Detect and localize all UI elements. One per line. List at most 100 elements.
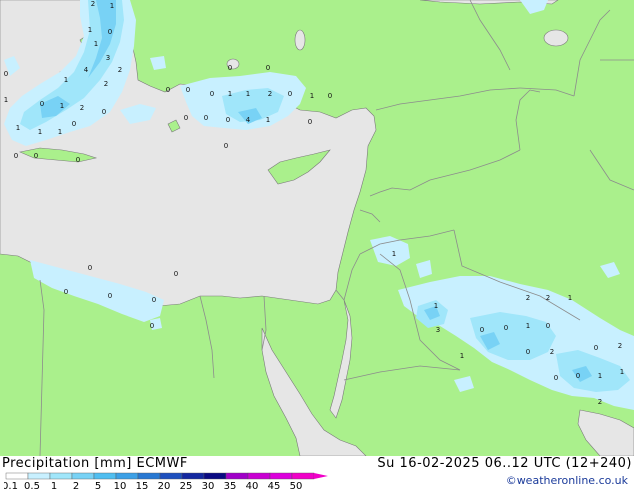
- scale-tick-label: 40: [246, 481, 259, 490]
- precip-value: 0: [546, 322, 550, 330]
- lake: [543, 29, 569, 47]
- precip-value: 0: [526, 348, 530, 356]
- precip-value: 1: [16, 124, 20, 132]
- precip-value: 1: [620, 368, 624, 376]
- legend-footer: Precipitation [mm] ECMWF Su 16-02-2025 0…: [0, 456, 634, 490]
- scale-swatch: [71, 472, 95, 480]
- precipitation-map: 2110132420101201110000000011201000041001…: [0, 0, 634, 456]
- scale-swatch: [181, 472, 205, 480]
- scale-swatch: [5, 472, 29, 480]
- scale-swatch: [159, 472, 183, 480]
- precip-value: 0: [504, 324, 508, 332]
- precip-value: 0: [480, 326, 484, 334]
- precip-value: 0: [72, 120, 76, 128]
- precip-value: 0: [152, 296, 156, 304]
- scale-tick-label: 10: [114, 481, 127, 490]
- precip-value: 0: [40, 100, 44, 108]
- model-name: ECMWF: [136, 456, 188, 471]
- precip-value: 4: [84, 66, 89, 74]
- precip-value: 0: [76, 156, 80, 164]
- scale-swatch: [115, 472, 139, 480]
- scale-tick-label: 0.1: [4, 481, 18, 490]
- precip-value: 0: [266, 64, 270, 72]
- precip-value: 1: [58, 128, 62, 136]
- precip-value: 0: [64, 288, 68, 296]
- precip-value: 1: [228, 90, 232, 98]
- precip-value: 0: [210, 90, 214, 98]
- precip-value: 0: [150, 322, 154, 330]
- precip-value: 1: [246, 90, 250, 98]
- precip-value: 1: [310, 92, 314, 100]
- precip-value: 2: [118, 66, 122, 74]
- legend-title-text: Precipitation [mm]: [2, 456, 132, 471]
- precip-value: 0: [14, 152, 18, 160]
- precip-value: 0: [228, 64, 232, 72]
- precip-value: 2: [618, 342, 622, 350]
- scale-tick-label: 35: [224, 481, 237, 490]
- precip-value: 1: [94, 40, 98, 48]
- precip-value: 3: [106, 54, 110, 62]
- legend-title: Precipitation [mm] ECMWF: [2, 456, 188, 471]
- scale-swatch: [203, 472, 227, 480]
- scale-swatch: [291, 472, 315, 480]
- precip-value: 0: [224, 142, 228, 150]
- precip-value: 1: [568, 294, 572, 302]
- precip-value: 2: [550, 348, 554, 356]
- scale-swatch: [269, 472, 293, 480]
- precip-value: 0: [102, 108, 106, 116]
- precip-value: 1: [88, 26, 92, 34]
- precip-value: 0: [554, 374, 558, 382]
- scale-tick-label: 25: [180, 481, 193, 490]
- precip-value: 2: [546, 294, 550, 302]
- precip-value: 1: [4, 96, 8, 104]
- precip-value: 0: [186, 86, 190, 94]
- precip-value: 0: [166, 86, 170, 94]
- precip-value: 2: [80, 104, 84, 112]
- scale-tick-label: 15: [136, 481, 149, 490]
- scale-tick-label: 0.5: [24, 481, 40, 490]
- scale-tick-label: 45: [268, 481, 281, 490]
- precip-value: 1: [38, 128, 42, 136]
- scale-arrow: [314, 473, 328, 479]
- scale-tick-label: 5: [95, 481, 101, 490]
- scale-tick-label: 2: [73, 481, 79, 490]
- precipitation-color-scale: 0.1 0.5 1 2 5 10 15 20 25 30 35 40 45 50: [4, 472, 328, 490]
- precip-value: 0: [204, 114, 208, 122]
- precip-value: 2: [526, 294, 530, 302]
- precip-value: 3: [436, 326, 440, 334]
- precip-value: 1: [598, 372, 602, 380]
- precip-value: 0: [4, 70, 8, 78]
- precip-value: 4: [246, 116, 251, 124]
- precip-value: 1: [110, 2, 114, 10]
- scale-tick-label: 1: [51, 481, 57, 490]
- precip-value: 0: [184, 114, 188, 122]
- scale-swatch: [247, 472, 271, 480]
- precip-value: 0: [308, 118, 312, 126]
- precip-value: 1: [460, 352, 464, 360]
- scale-swatch: [49, 472, 73, 480]
- precip-value: 0: [174, 270, 178, 278]
- precip-value: 0: [34, 152, 38, 160]
- lake: [294, 29, 306, 51]
- precip-value: 0: [226, 116, 230, 124]
- precip-value: 2: [268, 90, 272, 98]
- scale-swatch: [27, 472, 51, 480]
- scale-tick-label: 20: [158, 481, 171, 490]
- precip-value: 1: [60, 102, 64, 110]
- precip-value: 1: [526, 322, 530, 330]
- map-canvas: 2 11 013242010 1 2 01 1 10 0 00 00 00 1 1 2 0 1 00 0 0 4 1 001…: [0, 0, 634, 456]
- precip-value: 1: [266, 116, 270, 124]
- precip-value: 0: [328, 92, 332, 100]
- scale-tick-label: 30: [202, 481, 215, 490]
- precip-value: 0: [88, 264, 92, 272]
- scale-swatch: [137, 472, 161, 480]
- scale-swatch: [225, 472, 249, 480]
- precip-value: 2: [598, 398, 602, 406]
- precip-value: 0: [576, 372, 580, 380]
- precip-value: 0: [288, 90, 292, 98]
- precip-value: 2: [91, 0, 95, 8]
- forecast-datetime: Su 16-02-2025 06..12 UTC (12+240): [377, 456, 632, 471]
- credit-link[interactable]: ©weatheronline.co.uk: [506, 474, 628, 487]
- precip-value: 1: [434, 302, 438, 310]
- precip-value: 0: [594, 344, 598, 352]
